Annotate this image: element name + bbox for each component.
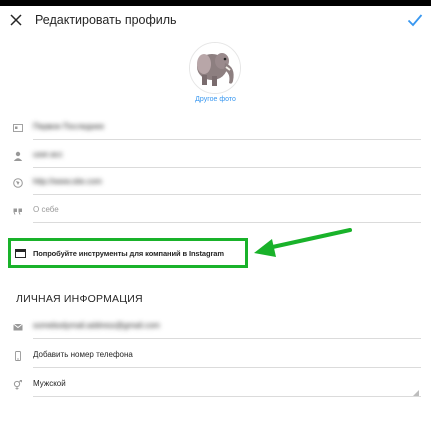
email-field[interactable]: somebodymail.address@gmail.com [13,315,421,339]
change-photo-link[interactable]: Другое фото [0,96,431,103]
divider [33,396,421,397]
phone-icon [15,351,21,361]
gender-field[interactable]: Мужской [13,373,421,397]
divider [33,338,421,339]
divider [33,167,421,168]
check-icon[interactable] [407,13,423,27]
username-field[interactable]: user.acc [13,144,421,168]
business-tools-promo[interactable]: Попробуйте инструменты для компаний в In… [8,238,248,268]
phone-placeholder: Добавить номер телефона [33,350,133,359]
avatar[interactable] [189,42,241,94]
divider [33,194,421,195]
elephant-avatar-image [190,43,240,93]
quote-icon [13,208,22,215]
divider [33,139,421,140]
close-icon[interactable] [8,12,24,28]
username-value: user.acc [33,150,63,159]
page-title: Редактировать профиль [35,13,177,27]
user-icon [13,151,23,161]
email-value: somebodymail.address@gmail.com [33,321,160,330]
gender-icon [13,380,22,390]
bio-field[interactable]: О себе [13,199,421,223]
mail-icon [13,323,23,331]
gender-value: Мужской [33,379,66,388]
dropdown-corner-icon[interactable] [413,390,419,396]
bio-placeholder: О себе [33,205,59,214]
header: Редактировать профиль [0,6,431,36]
name-value: Первое Последнее [33,122,105,131]
divider [33,222,421,223]
shop-icon [15,249,26,258]
green-arrow-annotation [254,228,352,257]
personal-info-heading: ЛИЧНАЯ ИНФОРМАЦИЯ [16,293,143,305]
phone-field[interactable]: Добавить номер телефона [13,344,421,368]
divider [33,367,421,368]
business-tools-label: Попробуйте инструменты для компаний в In… [33,249,224,258]
website-field[interactable]: http://www.site.com [13,171,421,195]
website-value: http://www.site.com [33,177,102,186]
globe-icon [13,178,23,188]
id-card-icon [13,124,23,132]
name-field[interactable]: Первое Последнее [13,116,421,140]
